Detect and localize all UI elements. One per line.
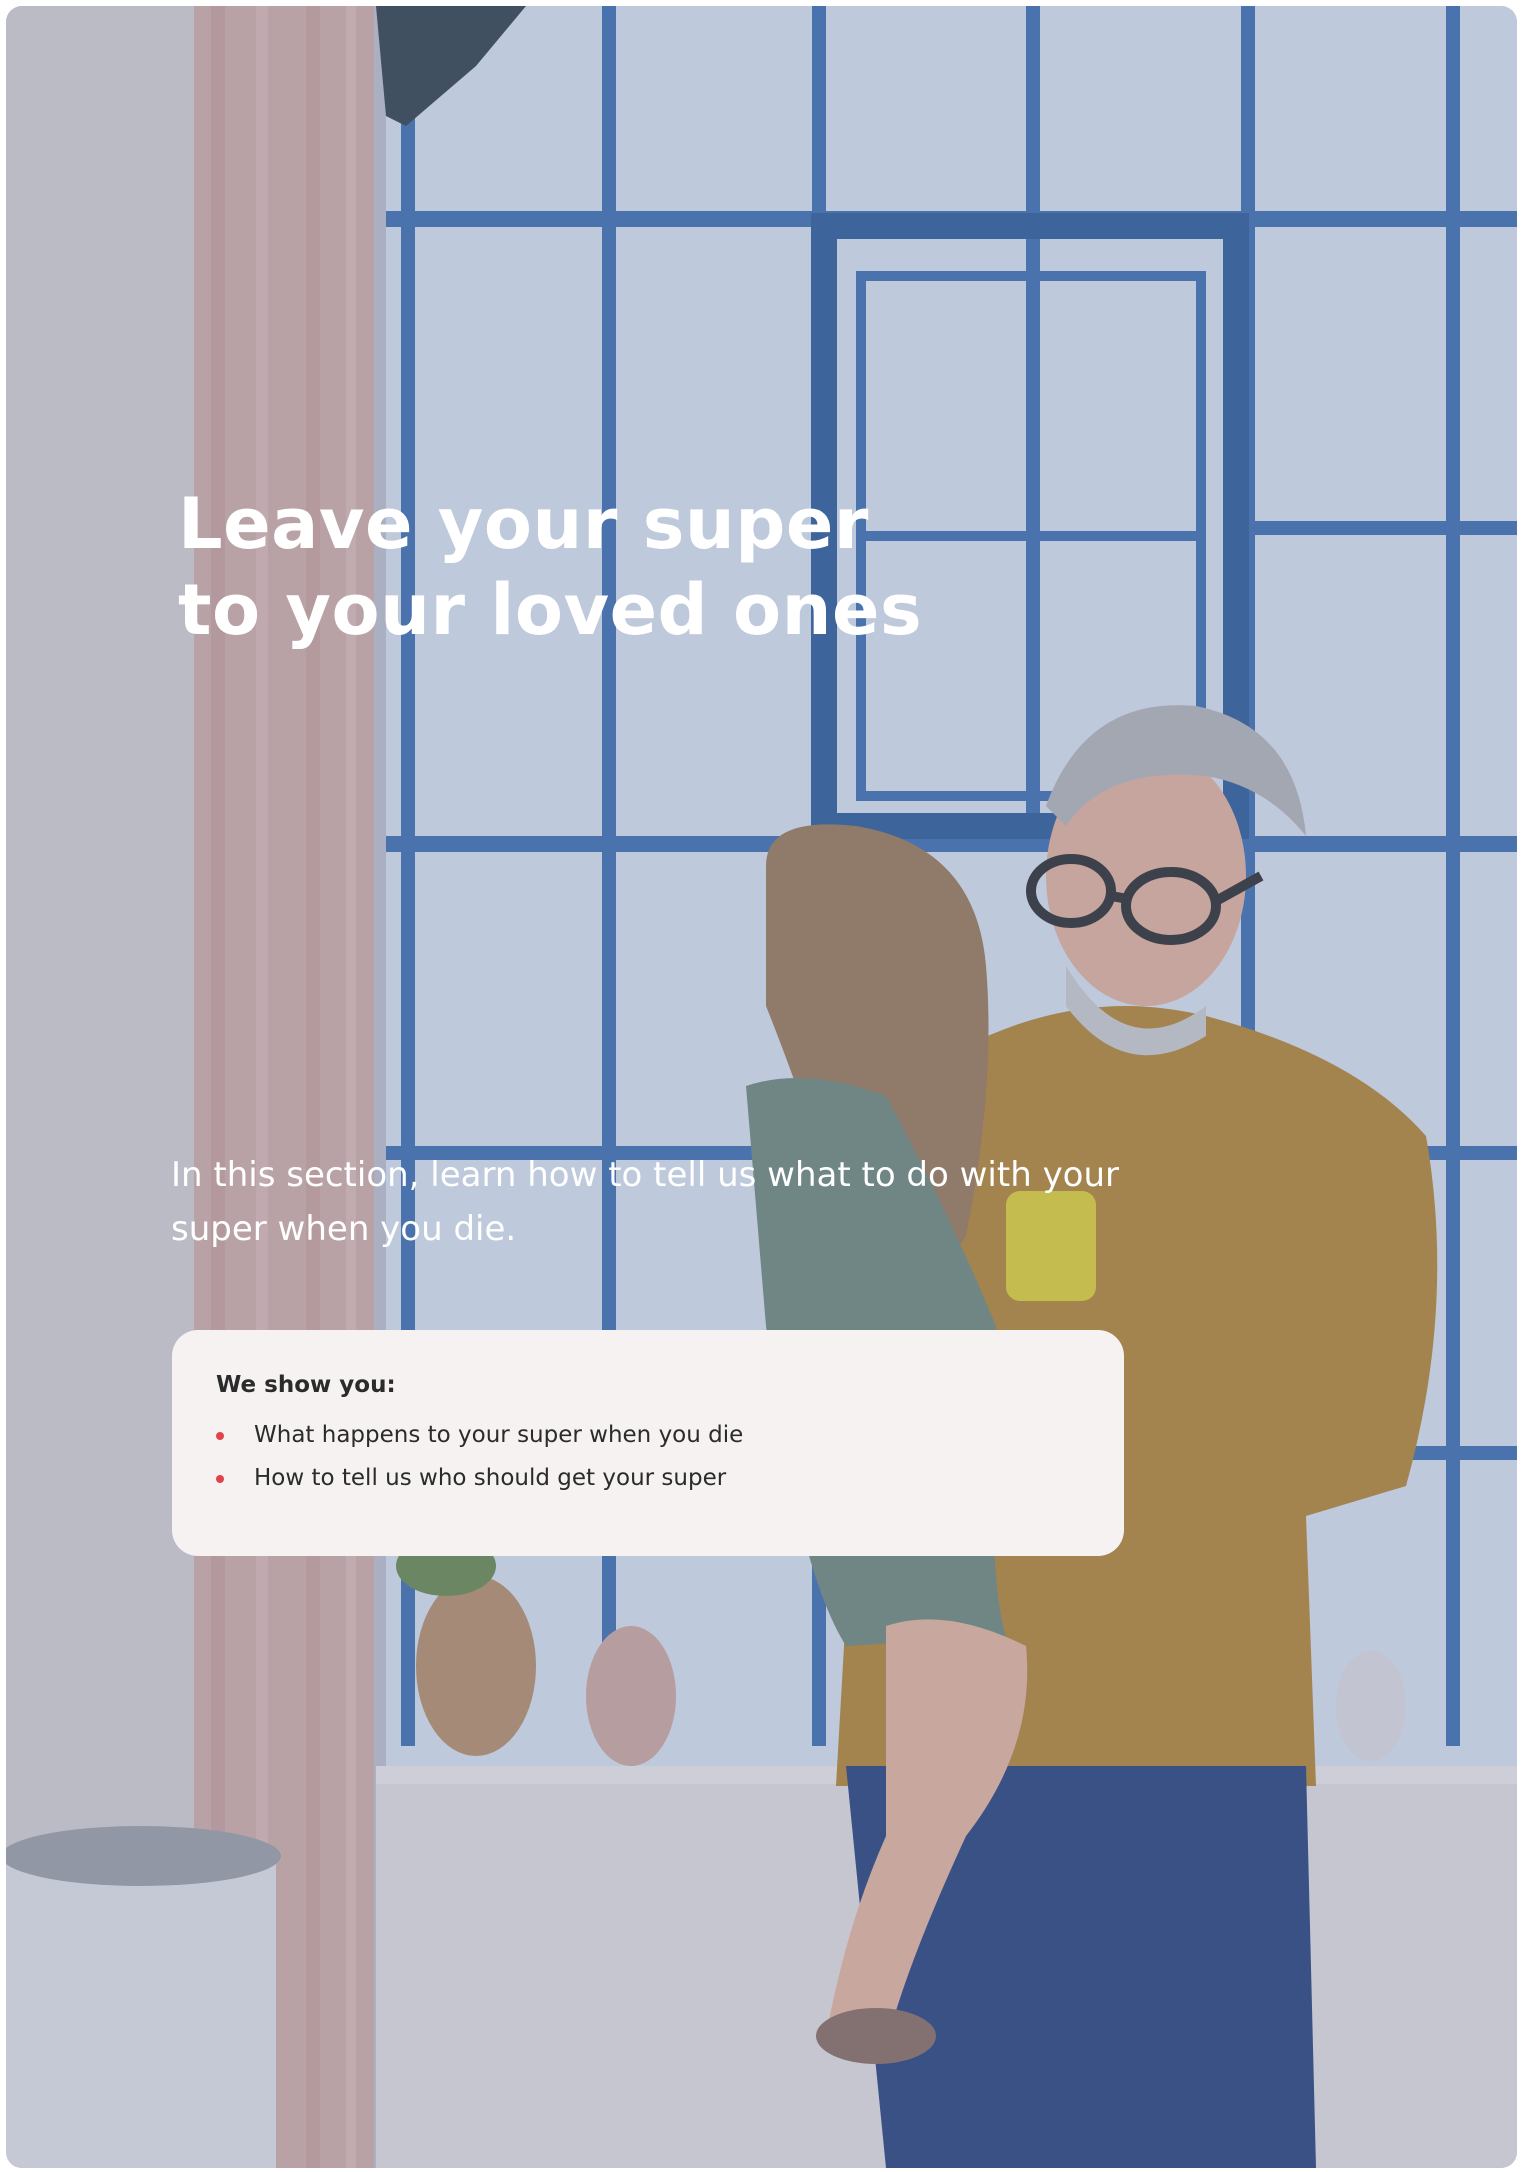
list-item: How to tell us who should get your super [216,1457,1080,1500]
bullet-icon [216,1432,224,1440]
list-item: What happens to your super when you die [216,1414,1080,1457]
intro-text: In this section, learn how to tell us wh… [171,1155,1120,1249]
page-title-line-2: to your loved ones [178,569,923,651]
photo-tint-overlay [6,6,1517,2168]
page-title: Leave your super to your loved ones [178,481,922,653]
page-title-line-1: Leave your super [178,483,869,565]
page-card: Leave your super to your loved ones In t… [6,6,1517,2168]
we-show-you-box: We show you: What happens to your super … [172,1330,1124,1556]
info-box-list: What happens to your super when you die … [216,1414,1080,1500]
list-item-label: What happens to your super when you die [254,1422,744,1448]
info-box-heading: We show you: [216,1372,396,1398]
bullet-icon [216,1475,224,1483]
list-item-label: How to tell us who should get your super [254,1465,727,1491]
